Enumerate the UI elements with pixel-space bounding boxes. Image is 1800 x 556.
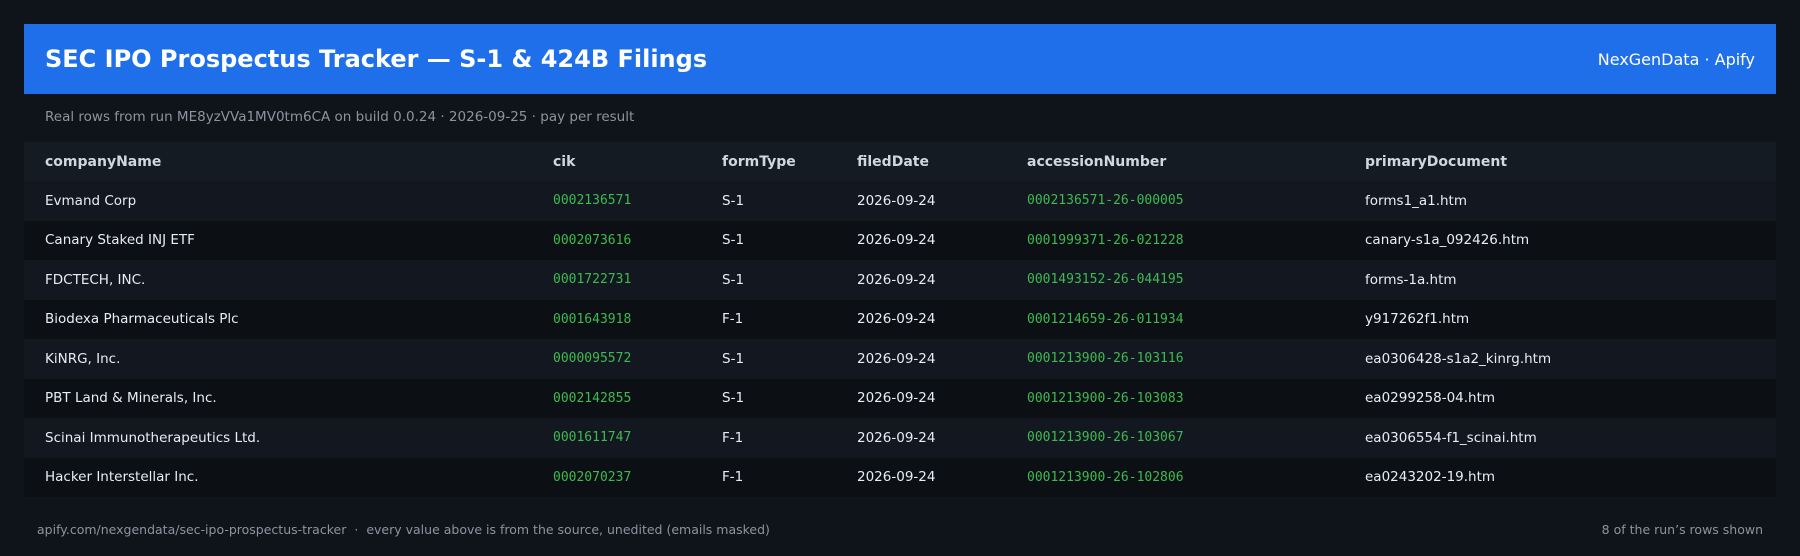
table-row: FDCTECH, INC. 0001722731 S-1 2026-09-24 … [24,260,1776,300]
table-row: Biodexa Pharmaceuticals Plc 0001643918 F… [24,299,1776,339]
cell-filed-date: 2026-09-24 [857,192,936,209]
cell-company-name: Scinai Immunotherapeutics Ltd. [45,429,261,446]
cell-company-name: Evmand Corp [45,192,137,209]
run-subtitle: Real rows from run ME8yzVVa1MV0tm6CA on … [45,109,635,125]
column-header-cik[interactable]: cik [553,142,722,181]
cell-form-type: S-1 [722,350,745,367]
cell-accession-number: 0001213900-26-103083 [1027,390,1184,406]
page: SEC IPO Prospectus Tracker — S-1 & 424B … [0,0,1800,556]
cell-accession-number: 0001213900-26-103067 [1027,430,1184,446]
column-header-fileddate[interactable]: filedDate [857,142,1027,181]
header-bar: SEC IPO Prospectus Tracker — S-1 & 424B … [24,24,1776,94]
cell-company-name: Hacker Interstellar Inc. [45,469,199,486]
cell-accession-number: 0001214659-26-011934 [1027,311,1184,327]
cell-company-name: PBT Land & Minerals, Inc. [45,390,217,407]
cell-cik: 0002142855 [553,390,632,406]
table-row: Hacker Interstellar Inc. 0002070237 F-1 … [24,457,1776,497]
column-header-formtype[interactable]: formType [722,142,857,181]
cell-filed-date: 2026-09-24 [857,311,936,328]
cell-filed-date: 2026-09-24 [857,429,936,446]
table-header-row: companyName cik formType filedDate acces… [24,142,1776,181]
rows-shown-count: 8 of the run’s rows shown [1601,522,1763,537]
table-row: Evmand Corp 0002136571 S-1 2026-09-24 00… [24,181,1776,221]
brand-label: NexGenData · Apify [1597,49,1755,69]
cell-filed-date: 2026-09-24 [857,350,936,367]
cell-primary-document: forms-1a.htm [1365,271,1457,288]
cell-form-type: S-1 [722,232,745,249]
footer-separator: · [354,522,359,537]
cell-form-type: F-1 [722,469,744,486]
cell-accession-number: 0001999371-26-021228 [1027,232,1184,248]
cell-company-name: Biodexa Pharmaceuticals Plc [45,311,239,328]
footer: apify.com/nexgendata/sec-ipo-prospectus-… [37,522,1763,537]
cell-form-type: F-1 [722,429,744,446]
table-row: Canary Staked INJ ETF 0002073616 S-1 202… [24,220,1776,260]
page-title: SEC IPO Prospectus Tracker — S-1 & 424B … [45,45,708,73]
footer-url: apify.com/nexgendata/sec-ipo-prospectus-… [37,522,347,537]
cell-primary-document: ea0243202-19.htm [1365,469,1496,486]
cell-filed-date: 2026-09-24 [857,271,936,288]
cell-primary-document: ea0299258-04.htm [1365,390,1496,407]
cell-primary-document: y917262f1.htm [1365,311,1470,328]
cell-primary-document: ea0306428-s1a2_kinrg.htm [1365,350,1552,367]
table-row: PBT Land & Minerals, Inc. 0002142855 S-1… [24,378,1776,418]
cell-primary-document: ea0306554-f1_scinai.htm [1365,429,1537,446]
footer-source: apify.com/nexgendata/sec-ipo-prospectus-… [37,522,770,537]
cell-cik: 0002136571 [553,193,632,209]
cell-cik: 0001643918 [553,311,632,327]
cell-cik: 0002070237 [553,469,632,485]
cell-company-name: FDCTECH, INC. [45,271,146,288]
cell-form-type: F-1 [722,311,744,328]
column-header-accessionnumber[interactable]: accessionNumber [1027,142,1365,181]
cell-company-name: Canary Staked INJ ETF [45,232,195,249]
cell-cik: 0002073616 [553,232,632,248]
cell-form-type: S-1 [722,271,745,288]
cell-accession-number: 0002136571-26-000005 [1027,193,1184,209]
cell-form-type: S-1 [722,390,745,407]
cell-company-name: KiNRG, Inc. [45,350,121,367]
column-header-companyname[interactable]: companyName [24,142,553,181]
filings-table: companyName cik formType filedDate acces… [24,142,1776,497]
cell-primary-document: canary-s1a_092426.htm [1365,232,1530,249]
cell-filed-date: 2026-09-24 [857,390,936,407]
cell-accession-number: 0001213900-26-103116 [1027,351,1184,367]
cell-form-type: S-1 [722,192,745,209]
column-header-primarydocument[interactable]: primaryDocument [1365,142,1776,181]
cell-cik: 0001611747 [553,430,632,446]
footer-note: every value above is from the source, un… [366,522,770,537]
cell-cik: 0000095572 [553,351,632,367]
cell-filed-date: 2026-09-24 [857,469,936,486]
cell-primary-document: forms1_a1.htm [1365,192,1468,209]
cell-accession-number: 0001493152-26-044195 [1027,272,1184,288]
cell-filed-date: 2026-09-24 [857,232,936,249]
cell-cik: 0001722731 [553,272,632,288]
cell-accession-number: 0001213900-26-102806 [1027,469,1184,485]
table-row: KiNRG, Inc. 0000095572 S-1 2026-09-24 00… [24,339,1776,379]
table-row: Scinai Immunotherapeutics Ltd. 000161174… [24,418,1776,458]
